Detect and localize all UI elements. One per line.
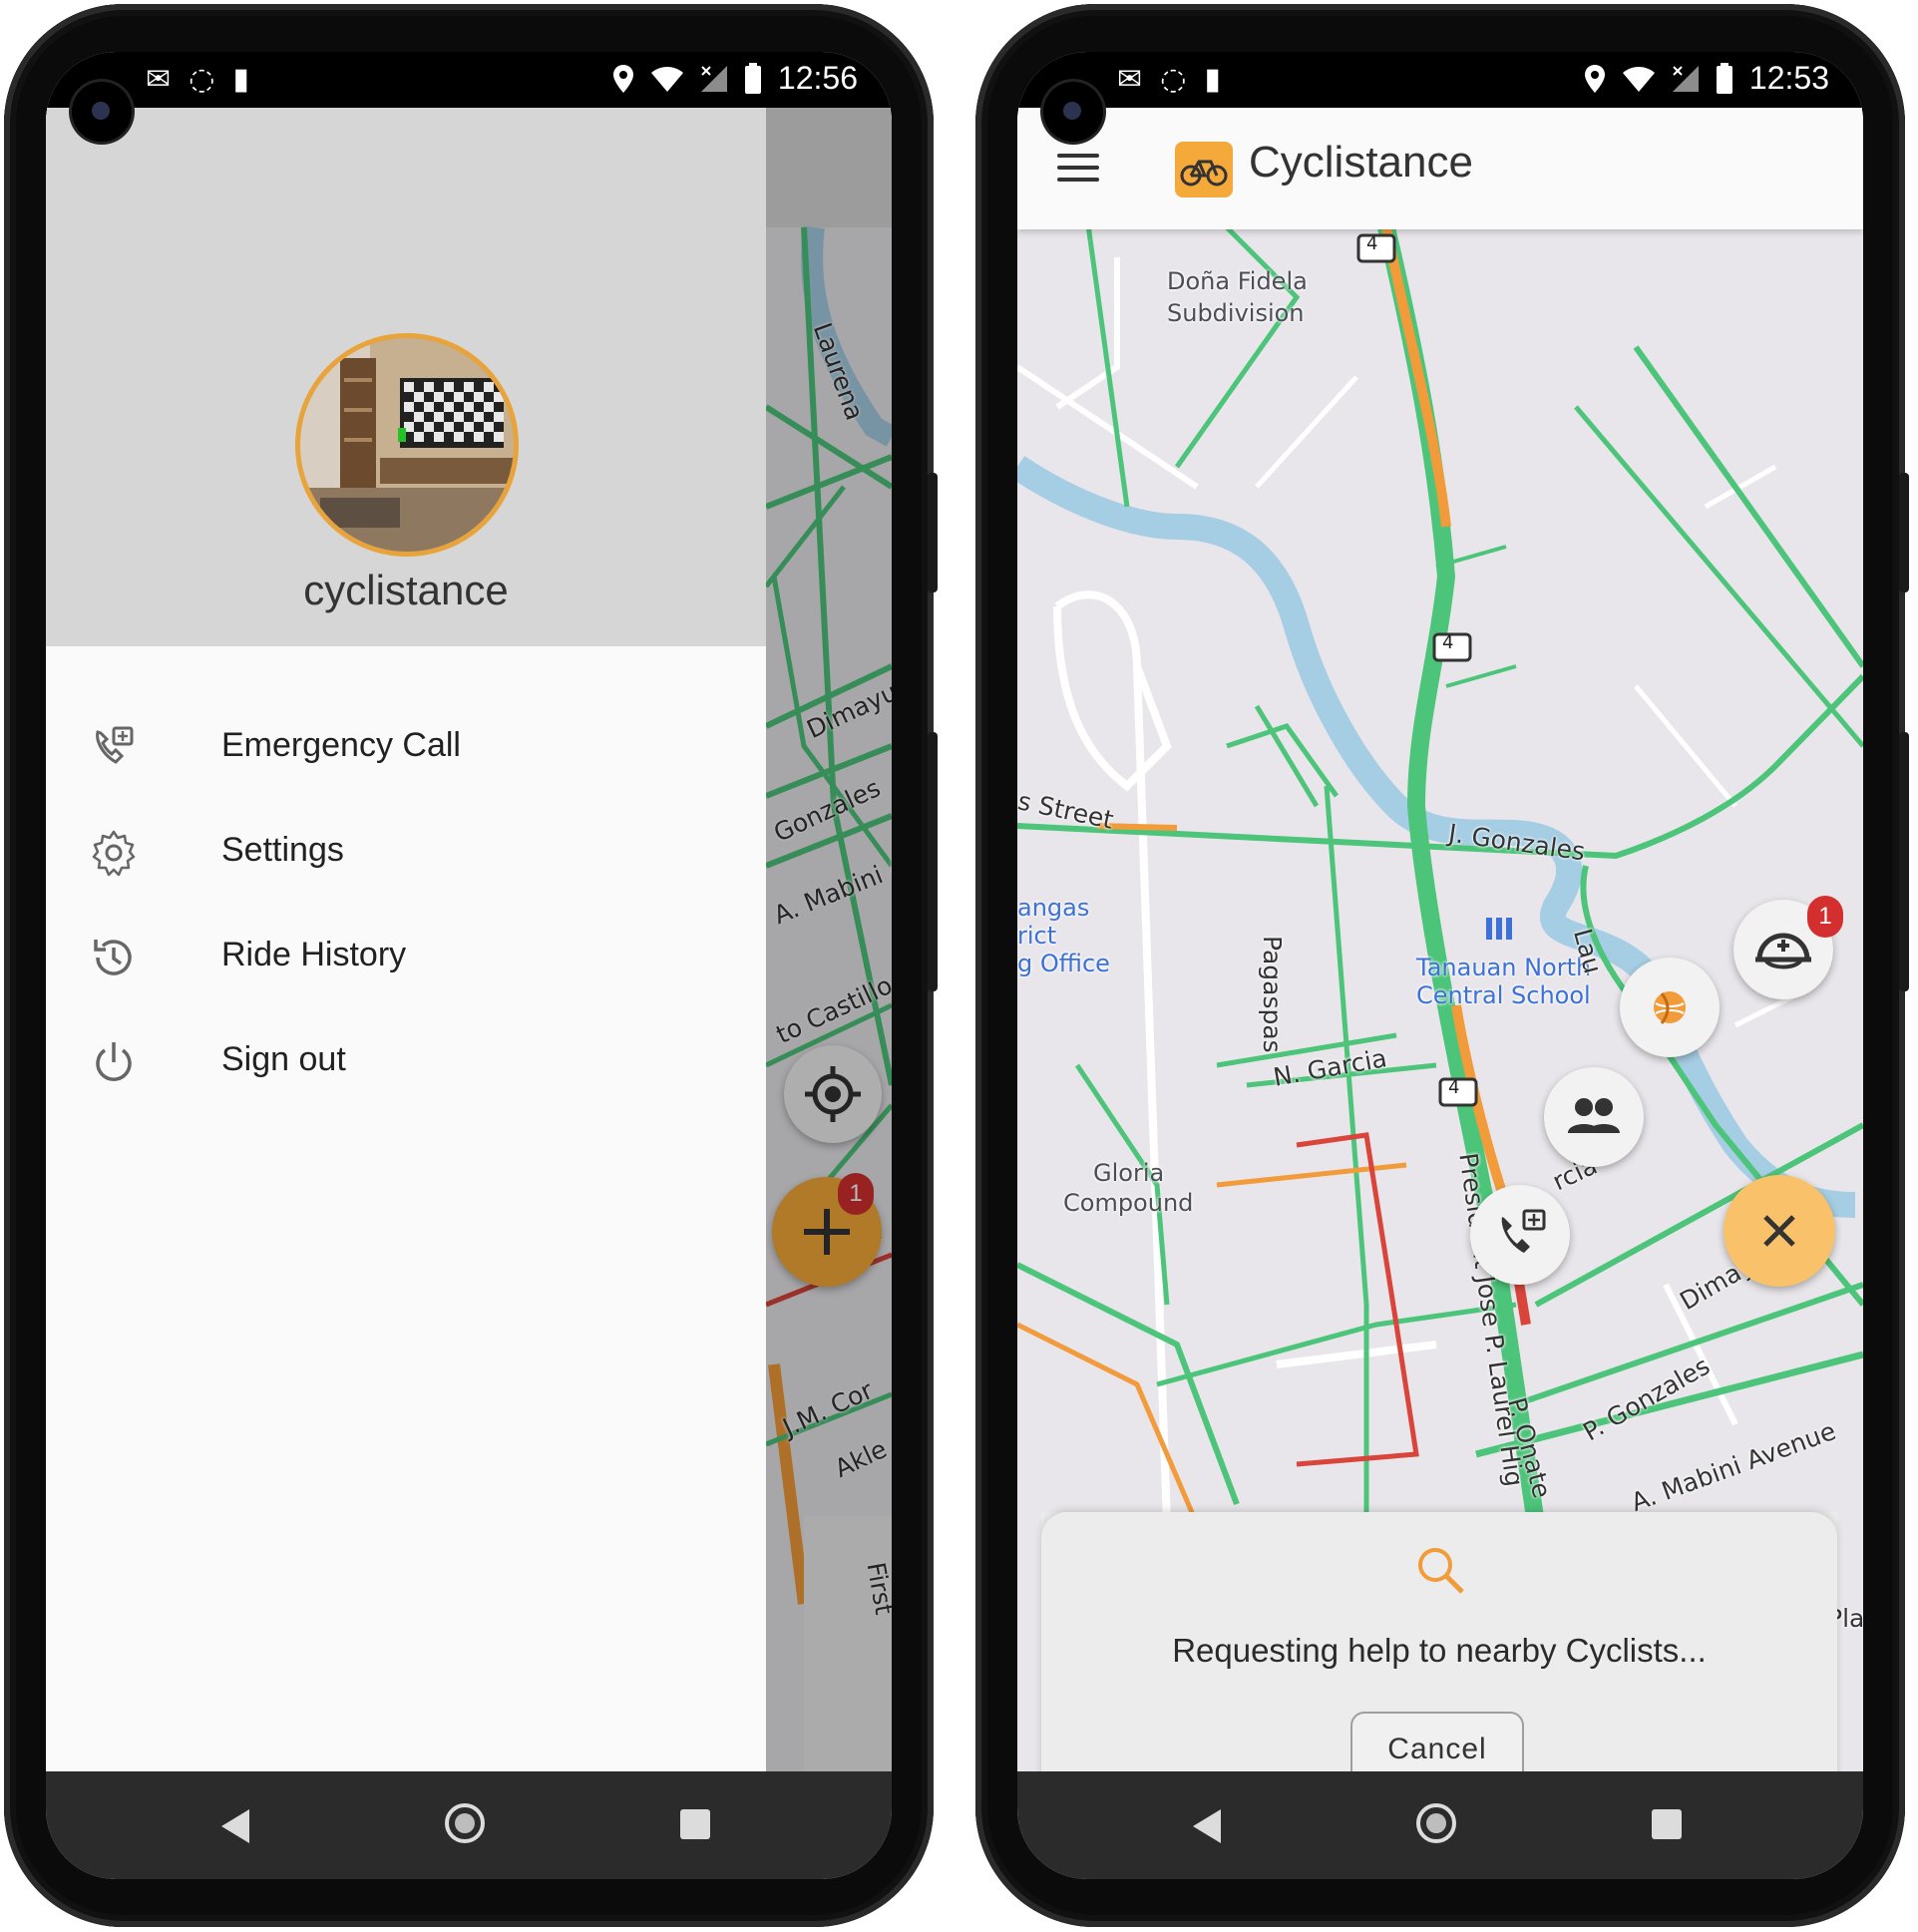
menu-item-sign-out[interactable]: Sign out: [46, 1010, 766, 1110]
front-camera: [1043, 82, 1103, 142]
status-time: 12:53: [1748, 60, 1829, 96]
battery-icon: [1716, 62, 1732, 94]
sync-icon: ◌: [1160, 62, 1187, 97]
phone-frame-right: ✉ ◌ ▮ 12:53 Cyclistance Doña Fidela Subd…: [975, 4, 1909, 1927]
system-nav-bar: [1017, 1771, 1863, 1879]
map-label: Pagaspas: [1258, 936, 1287, 1053]
gear-icon: [92, 830, 136, 877]
map-label: rict: [1017, 922, 1057, 950]
status-time: 12:56: [777, 60, 858, 96]
power-icon: [96, 1042, 132, 1081]
map-label: Compound: [1063, 1189, 1194, 1217]
notification-badge: 1: [1807, 896, 1843, 938]
close-fab-button[interactable]: [1724, 1175, 1835, 1287]
signal-icon: [700, 65, 727, 92]
navigation-drawer: cyclistance Emergency Call Settings Ride…: [46, 108, 766, 1771]
wifi-icon: [1622, 66, 1655, 92]
locate-cyclist-button[interactable]: [1620, 958, 1720, 1057]
map-label: angas: [1017, 894, 1090, 922]
status-bar: ✉ ◌ ▮ 12:56: [46, 52, 892, 108]
highway-shield-label: 4: [1448, 1077, 1460, 1098]
menu-item-ride-history[interactable]: Ride History: [46, 906, 766, 1005]
close-icon: [1763, 1215, 1795, 1247]
sd-card-icon: ▮: [1204, 62, 1221, 97]
app-title: Cyclistance: [1249, 138, 1473, 187]
group-icon: [1568, 1098, 1620, 1133]
map-label: Doña Fidela: [1167, 267, 1308, 295]
phone-frame-left: ✉ ◌ ▮ 12:56 Laurena Dimayu Gonzales A. M…: [4, 4, 938, 1927]
app-logo-icon: [1175, 142, 1233, 197]
volume-button: [1899, 473, 1909, 592]
cancel-button[interactable]: Cancel: [1350, 1712, 1524, 1771]
app-bar: Cyclistance: [1017, 108, 1863, 229]
search-icon: [1418, 1548, 1464, 1594]
drawer-username: cyclistance: [303, 567, 509, 613]
drawer-scrim[interactable]: [766, 108, 892, 1771]
map-label: Tanauan North: [1416, 954, 1592, 981]
group-button[interactable]: [1544, 1067, 1644, 1167]
back-nav-icon[interactable]: [221, 1809, 249, 1843]
menu-label: Sign out: [221, 1040, 346, 1078]
globe-hand-icon: [1654, 991, 1686, 1024]
menu-label: Settings: [221, 831, 344, 869]
emergency-call-button[interactable]: [1470, 1185, 1570, 1285]
menu-item-settings[interactable]: Settings: [46, 801, 766, 901]
gmail-icon: ✉: [1117, 62, 1143, 97]
request-help-message: Requesting help to nearby Cyclists...: [1172, 1632, 1707, 1669]
location-icon: [612, 64, 633, 93]
map-label: Gloria: [1093, 1159, 1165, 1187]
emergency-call-icon: [96, 726, 134, 764]
power-button: [1899, 732, 1909, 991]
wifi-icon: [650, 66, 683, 92]
location-icon: [1584, 64, 1605, 93]
gmail-icon: ✉: [146, 62, 172, 97]
left-screen: ✉ ◌ ▮ 12:56 Laurena Dimayu Gonzales A. M…: [46, 52, 892, 1879]
battery-icon: [744, 62, 761, 94]
system-nav-bar: [46, 1771, 892, 1879]
highway-shield-label: 4: [1442, 632, 1454, 653]
map-label: g Office: [1017, 950, 1110, 977]
sd-card-icon: ▮: [232, 62, 249, 97]
power-button: [928, 732, 938, 991]
request-help-sheet: Requesting help to nearby Cyclists... Ca…: [1041, 1512, 1837, 1771]
drawer-header: cyclistance: [46, 108, 766, 646]
menu-icon[interactable]: [1057, 154, 1099, 184]
menu-label: Emergency Call: [221, 726, 461, 764]
home-nav-icon[interactable]: [445, 1803, 485, 1843]
avatar[interactable]: [295, 333, 519, 557]
history-icon: [94, 940, 132, 975]
status-bar: ✉ ◌ ▮ 12:53: [1017, 52, 1863, 108]
front-camera: [72, 82, 132, 142]
right-screen: ✉ ◌ ▮ 12:53 Cyclistance Doña Fidela Subd…: [1017, 52, 1863, 1879]
map-label: Central School: [1416, 981, 1591, 1009]
back-nav-icon[interactable]: [1193, 1809, 1221, 1843]
map-label: Subdivision: [1167, 299, 1305, 327]
signal-icon: [1672, 65, 1699, 92]
volume-button: [928, 473, 938, 592]
menu-label: Ride History: [221, 936, 407, 973]
menu-item-emergency-call[interactable]: Emergency Call: [46, 696, 766, 796]
emergency-call-icon: [1501, 1209, 1546, 1253]
sync-icon: ◌: [189, 62, 215, 97]
home-nav-icon[interactable]: [1416, 1803, 1456, 1843]
recents-nav-icon[interactable]: [680, 1809, 710, 1839]
highway-shield-label: 4: [1366, 233, 1378, 254]
recents-nav-icon[interactable]: [1652, 1809, 1682, 1839]
map-view[interactable]: Doña Fidela Subdivision s Street J. Gonz…: [1017, 108, 1863, 1771]
